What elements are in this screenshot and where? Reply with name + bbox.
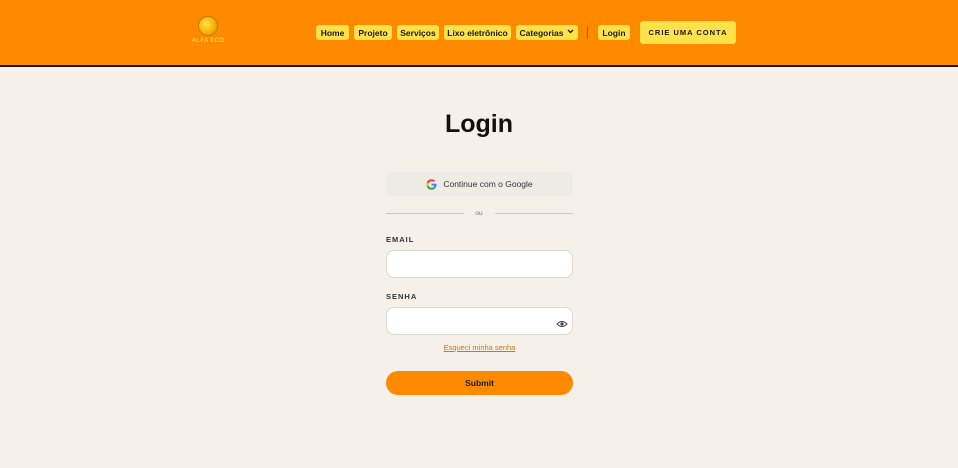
email-field[interactable] xyxy=(386,250,573,278)
logo-emblem-icon xyxy=(198,16,218,36)
google-g-icon xyxy=(426,178,437,190)
google-login-label: Continue com o Google xyxy=(443,179,533,189)
password-label: SENHA xyxy=(386,292,418,301)
nav-categorias[interactable]: Categorias xyxy=(516,25,578,40)
email-label: EMAIL xyxy=(386,235,415,244)
site-logo[interactable]: ALFA ECO xyxy=(190,16,226,50)
google-login-button[interactable]: Continue com o Google xyxy=(386,172,573,196)
nav-home[interactable]: Home xyxy=(316,25,349,40)
divider-line-right xyxy=(495,213,573,214)
nav-lixo-eletronico[interactable]: Lixo eletrônico xyxy=(444,25,511,40)
nav-categorias-label: Categorias xyxy=(519,27,564,38)
chevron-down-icon xyxy=(567,29,574,36)
password-field[interactable] xyxy=(386,307,573,335)
nav-servicos[interactable]: Serviços xyxy=(397,25,439,40)
create-account-button[interactable]: CRIE UMA CONTA xyxy=(640,21,736,44)
nav-projeto[interactable]: Projeto xyxy=(354,25,392,40)
divider-or: ou xyxy=(475,210,483,217)
nav-login[interactable]: Login xyxy=(598,25,630,40)
submit-button[interactable]: Submit xyxy=(386,371,573,395)
eye-icon[interactable] xyxy=(556,316,568,327)
page-title: Login xyxy=(444,110,514,138)
forgot-password-link[interactable]: Esqueci minha senha xyxy=(386,343,573,352)
logo-text: ALFA ECO xyxy=(191,38,225,44)
divider-line-left xyxy=(386,213,464,214)
site-header: ALFA ECO Home Projeto Serviços Lixo elet… xyxy=(0,0,958,67)
nav-separator xyxy=(587,26,588,39)
